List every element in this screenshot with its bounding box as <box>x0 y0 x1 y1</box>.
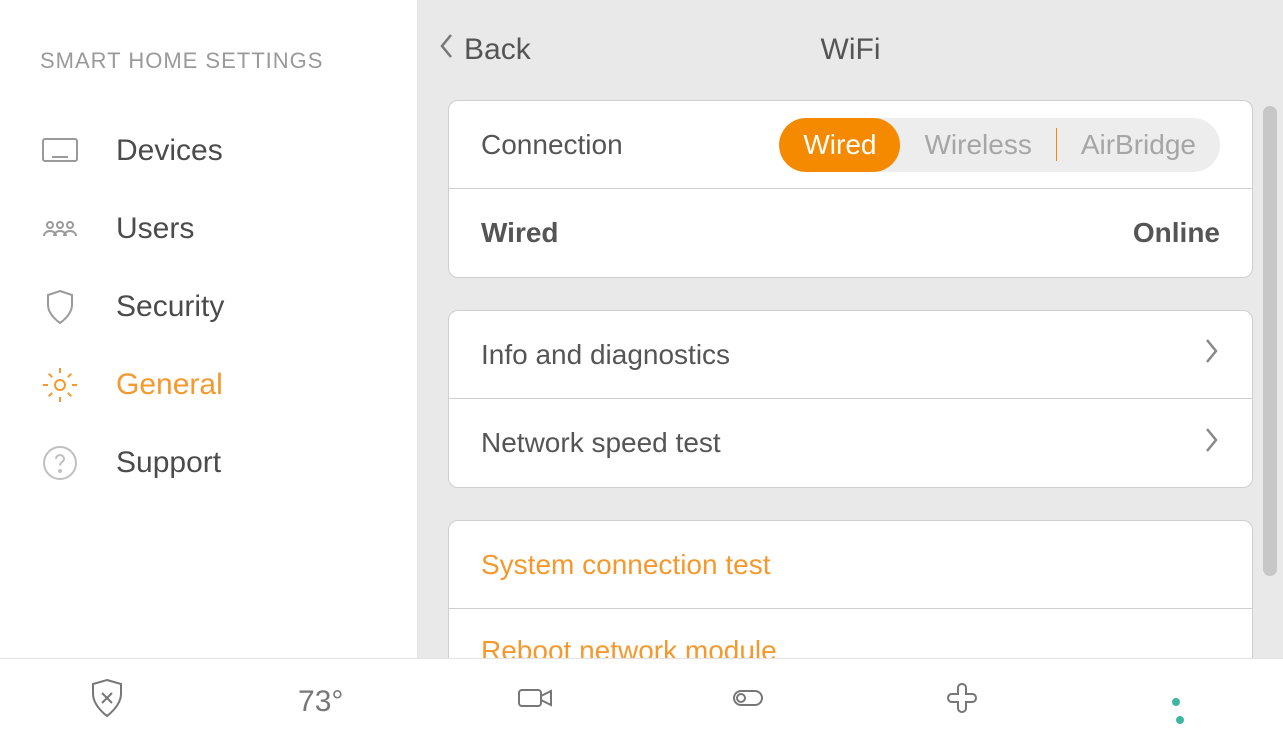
camera-shortcut[interactable] <box>475 676 595 728</box>
sidebar-item-devices[interactable]: Devices <box>40 112 417 190</box>
sidebar-item-label: General <box>116 368 223 402</box>
segment-wireless[interactable]: Wireless <box>900 118 1055 172</box>
more-shortcut[interactable] <box>1116 698 1236 706</box>
gear-icon <box>40 365 80 405</box>
bottom-bar: 73° <box>0 658 1283 745</box>
status-value: Online <box>1133 217 1220 249</box>
speed-test-row[interactable]: Network speed test <box>449 399 1252 487</box>
back-button[interactable]: Back <box>438 32 531 68</box>
status-label: Wired <box>481 217 559 249</box>
toggle-icon <box>726 676 770 728</box>
temperature-value: 73° <box>298 685 343 719</box>
row-label: Reboot network module <box>481 635 777 658</box>
diagnostics-card: Info and diagnostics Network speed test <box>448 310 1253 488</box>
sidebar-item-label: Devices <box>116 134 223 168</box>
scroll-area: Connection Wired Wireless AirBridge Wire… <box>418 100 1283 658</box>
help-icon <box>40 443 80 483</box>
shield-icon <box>40 287 80 327</box>
sidebar-item-label: Users <box>116 212 194 246</box>
plus-icon <box>940 676 984 728</box>
main-panel: Back WiFi Connection Wired Wireless AirB… <box>418 0 1283 658</box>
sidebar-title: SMART HOME SETTINGS <box>40 48 417 74</box>
actions-card: System connection test Reboot network mo… <box>448 520 1253 658</box>
camera-icon <box>513 676 557 728</box>
shield-x-icon <box>85 676 129 728</box>
sidebar-item-support[interactable]: Support <box>40 424 417 502</box>
monitor-icon <box>40 131 80 171</box>
back-label: Back <box>464 33 531 67</box>
users-icon <box>40 209 80 249</box>
chevron-right-icon <box>1202 337 1220 372</box>
connection-row: Connection Wired Wireless AirBridge <box>449 101 1252 189</box>
connection-status-row: Wired Online <box>449 189 1252 277</box>
toggle-shortcut[interactable] <box>688 676 808 728</box>
connection-label: Connection <box>481 129 623 161</box>
more-dots-icon <box>1172 698 1180 706</box>
sidebar-item-users[interactable]: Users <box>40 190 417 268</box>
app-root: SMART HOME SETTINGS Devices Users <box>0 0 1283 658</box>
chevron-right-icon <box>1202 426 1220 461</box>
sidebar-item-security[interactable]: Security <box>40 268 417 346</box>
reboot-row-partial[interactable]: Reboot network module <box>449 609 1252 658</box>
page-title: WiFi <box>821 33 881 67</box>
scrollbar[interactable] <box>1263 106 1277 576</box>
add-shortcut[interactable] <box>902 676 1022 728</box>
row-label: System connection test <box>481 549 770 581</box>
temperature-shortcut[interactable]: 73° <box>261 685 381 719</box>
main-header: Back WiFi <box>418 0 1283 100</box>
system-connection-test-row[interactable]: System connection test <box>449 521 1252 609</box>
sidebar: SMART HOME SETTINGS Devices Users <box>0 0 418 658</box>
sidebar-item-label: Support <box>116 446 221 480</box>
sidebar-item-general[interactable]: General <box>40 346 417 424</box>
row-label: Network speed test <box>481 427 721 459</box>
chevron-left-icon <box>438 32 456 68</box>
row-label: Info and diagnostics <box>481 339 730 371</box>
connection-toggle: Wired Wireless AirBridge <box>779 118 1220 172</box>
security-shortcut[interactable] <box>47 676 167 728</box>
info-diagnostics-row[interactable]: Info and diagnostics <box>449 311 1252 399</box>
segment-airbridge[interactable]: AirBridge <box>1057 118 1220 172</box>
segment-wired[interactable]: Wired <box>779 118 900 172</box>
sidebar-item-label: Security <box>116 290 224 324</box>
connection-card: Connection Wired Wireless AirBridge Wire… <box>448 100 1253 278</box>
